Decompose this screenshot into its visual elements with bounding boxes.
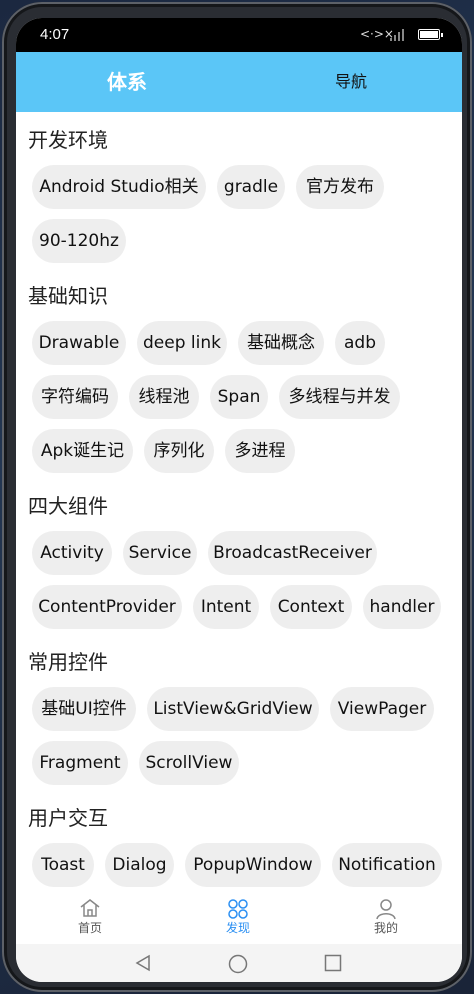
nav-discover-label: 发现 (225, 921, 250, 935)
status-time: 4:07 (40, 26, 70, 43)
status-icons: <·>× (360, 27, 443, 43)
category-list[interactable]: 开发环境 Android Studio相关 gradle 官方发布 90-120… (16, 112, 462, 892)
signal-icon (390, 29, 404, 41)
nav-mine-label: 我的 (373, 921, 398, 935)
chip[interactable]: Toast (32, 843, 94, 887)
chip[interactable]: 多进程 (225, 429, 295, 473)
chip[interactable]: Intent (193, 585, 259, 629)
chip[interactable]: handler (363, 585, 441, 629)
chip[interactable]: BroadcastReceiver (208, 531, 377, 575)
chip[interactable]: 线程池 (129, 375, 199, 419)
category-title: 开发环境 (28, 128, 108, 152)
chip[interactable]: 官方发布 (296, 165, 384, 209)
nav-home[interactable]: 首页 (50, 892, 130, 944)
category-title: 基础知识 (28, 284, 108, 308)
recents-icon[interactable] (324, 954, 342, 972)
nav-discover[interactable]: 发现 (198, 892, 278, 944)
chip[interactable]: ScrollView (139, 741, 239, 785)
chip[interactable]: Context (270, 585, 352, 629)
home-icon (80, 899, 100, 917)
chip[interactable]: adb (335, 321, 385, 365)
chip[interactable]: deep link (137, 321, 227, 365)
chip[interactable]: 字符编码 (32, 375, 118, 419)
chip[interactable]: 基础概念 (238, 321, 324, 365)
category-title: 常用控件 (28, 650, 108, 674)
nav-home-label: 首页 (77, 921, 102, 935)
chip[interactable]: 序列化 (144, 429, 214, 473)
chip[interactable]: Notification (332, 843, 442, 887)
chip[interactable]: 基础UI控件 (32, 687, 136, 731)
top-tab-bar: 体系 导航 (16, 52, 462, 112)
category-title: 用户交互 (28, 806, 108, 830)
tab-system[interactable]: 体系 (72, 52, 182, 112)
chip[interactable]: ViewPager (330, 687, 434, 731)
chip[interactable]: Dialog (105, 843, 174, 887)
chip[interactable]: Fragment (32, 741, 128, 785)
nav-mine[interactable]: 我的 (346, 892, 426, 944)
chip[interactable]: Drawable (32, 321, 126, 365)
bottom-nav: 首页 发现 我的 (16, 892, 462, 944)
chip[interactable]: gradle (217, 165, 285, 209)
chip[interactable]: Activity (32, 531, 112, 575)
category-title: 四大组件 (28, 494, 108, 518)
phone-frame: 4:07 <·>× 体系 导航 开发环境 Android Studio相关 gr… (2, 2, 472, 992)
home-circle-icon[interactable] (228, 954, 248, 974)
status-bar: 4:07 <·>× (16, 18, 462, 52)
chip[interactable]: PopupWindow (185, 843, 321, 887)
discover-icon (228, 899, 248, 919)
chip[interactable]: Service (123, 531, 197, 575)
chip[interactable]: ContentProvider (32, 585, 182, 629)
chip[interactable]: ListView&GridView (147, 687, 319, 731)
chip[interactable]: Apk诞生记 (32, 429, 133, 473)
tab-navigation[interactable]: 导航 (296, 52, 406, 112)
app-screen: 4:07 <·>× 体系 导航 开发环境 Android Studio相关 gr… (16, 18, 462, 982)
battery-icon (418, 29, 443, 40)
person-icon (376, 899, 396, 920)
chip[interactable]: Span (210, 375, 268, 419)
back-icon[interactable] (134, 954, 152, 972)
system-nav-bar (16, 944, 462, 982)
chip[interactable]: Android Studio相关 (32, 165, 206, 209)
chip[interactable]: 多线程与并发 (279, 375, 400, 419)
chip[interactable]: 90-120hz (32, 219, 126, 263)
network-icon: <·>× (360, 27, 394, 41)
